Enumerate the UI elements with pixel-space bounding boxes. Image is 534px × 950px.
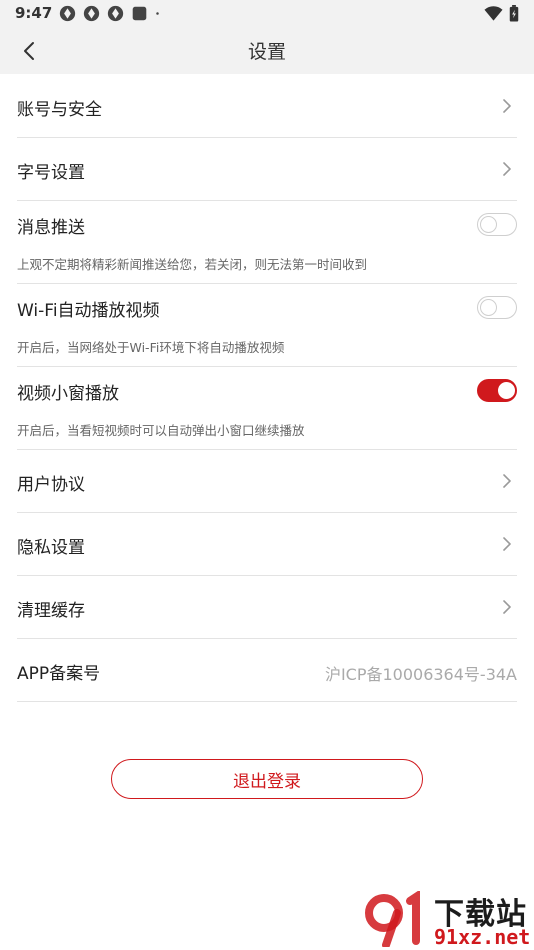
notification-icons — [59, 5, 165, 22]
app-notification-icon — [83, 5, 100, 22]
watermark-logo-icon — [365, 891, 420, 947]
setting-label: 隐私设置 — [17, 538, 85, 558]
setting-label: APP备案号 — [17, 664, 101, 684]
app-notification-icon — [59, 5, 76, 22]
system-icons — [484, 5, 519, 22]
setting-icp: APP备案号 沪ICP备10006364号-34A — [17, 639, 517, 702]
title-bar: 设置 — [0, 28, 534, 74]
page-title: 设置 — [247, 41, 286, 63]
chevron-right-icon — [503, 162, 511, 176]
setting-mini-window: 视频小窗播放 开启后，当看短视频时可以自动弹出小窗口继续播放 — [17, 367, 517, 450]
logout-button[interactable]: 退出登录 — [111, 759, 423, 799]
setting-label: 字号设置 — [17, 163, 85, 183]
setting-user-agreement[interactable]: 用户协议 — [17, 450, 517, 513]
wifi-autoplay-toggle[interactable] — [477, 296, 517, 319]
mini-window-toggle[interactable] — [477, 379, 517, 402]
setting-label: Wi-Fi自动播放视频 — [17, 301, 160, 321]
app-notification-icon — [107, 5, 124, 22]
push-toggle[interactable] — [477, 213, 517, 236]
chevron-right-icon — [503, 600, 511, 614]
setting-clear-cache[interactable]: 清理缓存 — [17, 576, 517, 639]
wifi-icon — [484, 5, 503, 21]
dot-icon — [156, 12, 159, 15]
chevron-right-icon — [503, 99, 511, 113]
chevron-right-icon — [503, 474, 511, 488]
setting-privacy[interactable]: 隐私设置 — [17, 513, 517, 576]
toggle-knob — [479, 298, 497, 316]
setting-label: 账号与安全 — [17, 100, 102, 120]
watermark-domain: 91xz.net — [434, 925, 531, 949]
setting-label: 用户协议 — [17, 475, 85, 495]
setting-label: 消息推送 — [17, 218, 85, 238]
setting-label: 视频小窗播放 — [17, 384, 119, 404]
app-square-icon — [132, 6, 147, 21]
setting-description: 上观不定期将精彩新闻推送给您，若关闭，则无法第一时间收到 — [17, 257, 368, 272]
chevron-right-icon — [503, 537, 511, 551]
battery-icon — [509, 5, 519, 22]
setting-push: 消息推送 上观不定期将精彩新闻推送给您，若关闭，则无法第一时间收到 — [17, 201, 517, 284]
setting-description: 开启后，当网络处于Wi-Fi环境下将自动播放视频 — [17, 340, 285, 355]
watermark: 下载站 91xz.net — [362, 885, 534, 950]
toggle-knob — [497, 381, 515, 399]
setting-description: 开启后，当看短视频时可以自动弹出小窗口继续播放 — [17, 423, 305, 438]
setting-account-security[interactable]: 账号与安全 — [17, 75, 517, 138]
status-time: 9:47 — [15, 4, 53, 22]
toggle-knob — [479, 215, 497, 233]
setting-wifi-autoplay: Wi-Fi自动播放视频 开启后，当网络处于Wi-Fi环境下将自动播放视频 — [17, 284, 517, 367]
settings-list: 账号与安全 字号设置 消息推送 上观不定期将精彩新闻推送给您，若关闭，则无法第一… — [17, 75, 517, 702]
setting-label: 清理缓存 — [17, 601, 85, 621]
setting-font-size[interactable]: 字号设置 — [17, 138, 517, 201]
status-bar: 9:47 — [0, 0, 534, 28]
icp-number: 沪ICP备10006364号-34A — [324, 665, 517, 684]
